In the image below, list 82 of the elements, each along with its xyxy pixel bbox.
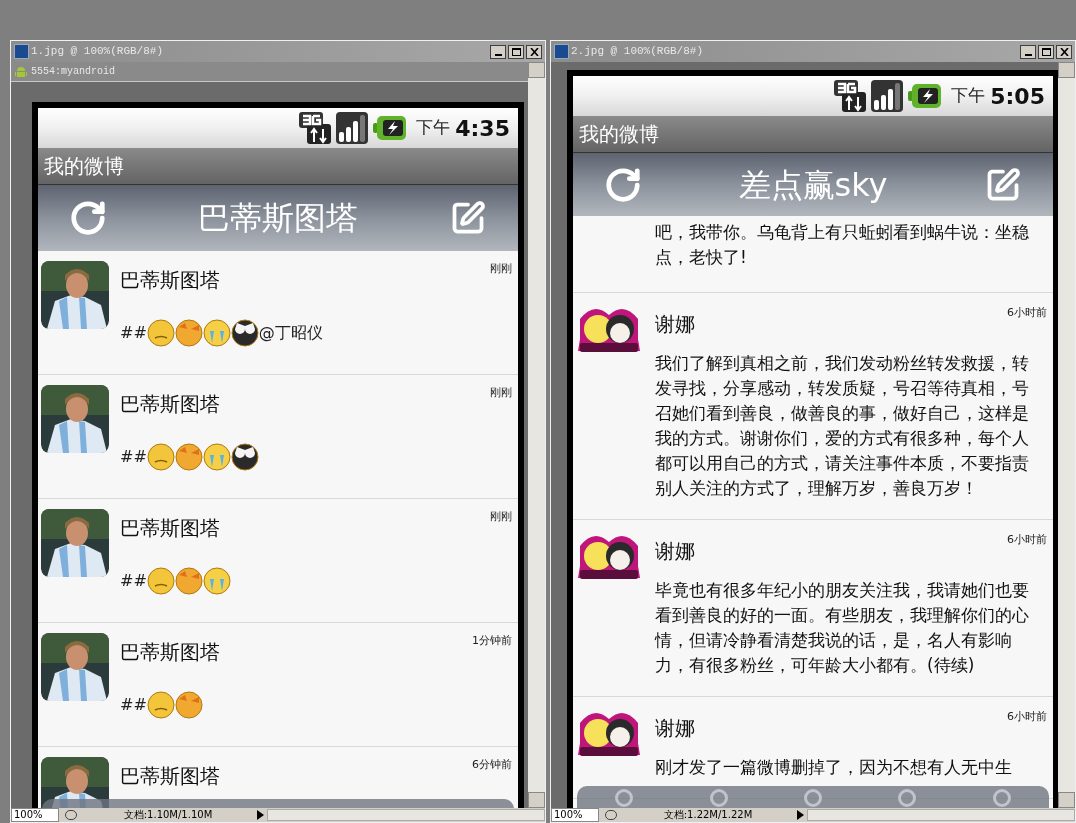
close-button[interactable]: [526, 44, 542, 59]
post-row[interactable]: 巴蒂斯图塔 刚刚 ##: [38, 499, 518, 623]
emoji-icon: [174, 691, 203, 719]
scrollbar[interactable]: [1058, 62, 1075, 808]
horizontal-scrollbar[interactable]: [807, 809, 1075, 821]
post-row[interactable]: 巴蒂斯图塔 刚刚 ## @丁昭仪: [38, 251, 518, 375]
post-time: 刚刚: [490, 509, 512, 525]
device-name: 5554:myandroid: [31, 65, 115, 79]
close-icon: [529, 47, 539, 56]
scrollbar[interactable]: [528, 62, 545, 808]
emoji-icon: [230, 319, 259, 347]
post-text: ##: [120, 446, 147, 468]
android-icon: [14, 64, 28, 79]
emoji-icon: [146, 567, 175, 595]
photoshop-icon: [554, 44, 569, 59]
emoji-icon: [202, 567, 231, 595]
clock: 4:35: [455, 114, 510, 143]
header-title: 差点赢sky: [738, 164, 888, 206]
battery-charging-icon: [373, 115, 408, 141]
zoom-field[interactable]: 100%: [11, 808, 59, 822]
signal-icon: [336, 112, 369, 144]
post-row[interactable]: 巴蒂斯图塔 1分钟前 ##: [38, 623, 518, 747]
mention-link[interactable]: @丁昭仪: [258, 321, 323, 345]
author-name: 巴蒂斯图塔: [120, 763, 220, 790]
maximize-button[interactable]: [1038, 44, 1054, 59]
author-name: 巴蒂斯图塔: [120, 639, 220, 666]
battery-charging-icon: [908, 83, 943, 109]
time-period: 下午: [951, 84, 986, 108]
close-button[interactable]: [1056, 44, 1072, 59]
post-time: 6小时前: [1007, 709, 1047, 725]
time-period: 下午: [416, 116, 451, 140]
emoji-icon: [202, 443, 231, 471]
post-text: 刚才发了一篇微博删掉了，因为不想有人无中生: [655, 756, 1013, 779]
triangle-icon[interactable]: [796, 810, 804, 820]
window-title: 1.jpg @ 100%(RGB/8#): [31, 44, 165, 60]
emoji-icon: [174, 567, 203, 595]
emoji-icon: [146, 443, 175, 471]
minimize-button[interactable]: [490, 44, 506, 59]
author-name: 巴蒂斯图塔: [120, 391, 220, 418]
post-text: 毕竟也有很多年纪小的朋友关注我，我请她们也要看到善良的好的一面。有些朋友，我理解你们的心情，但请冷静看清楚我说的话，是，名人有影响力，有很多粉丝，可年龄大小都有。(待续): [655, 579, 1030, 677]
emoji-icon: [146, 691, 175, 719]
signal-icon: [871, 80, 904, 112]
minimize-button[interactable]: [1020, 44, 1036, 59]
author-name: 谢娜: [655, 715, 695, 742]
post-time: 1分钟前: [472, 633, 512, 649]
post-text: 我们了解到真相之前，我们发动粉丝转发救援，转发寻找，分享感动，转发质疑，号召等待真相，号召她们看到善良，做善良的事，做好自己，这样是我的方式。谢谢你们，爱的方式有很多种，每个人都可以用自己的方式，请关注事件本质，不要指责别人关注的方式了，理解万岁，善良万岁！: [655, 352, 1030, 500]
zoom-field[interactable]: 100%: [551, 808, 599, 822]
author-name: 谢娜: [655, 538, 695, 565]
clock: 5:05: [990, 82, 1045, 111]
post-time: 6小时前: [1007, 532, 1047, 548]
post-text: 吧，我带你。乌龟背上有只蚯蚓看到蜗牛说：坐稳点，老快了!: [655, 221, 1030, 269]
post-time: 6分钟前: [472, 757, 512, 773]
document-info: 文档:1.10M/1.10M: [122, 808, 214, 822]
author-name: 巴蒂斯图塔: [120, 515, 220, 542]
post-text: ##: [120, 694, 147, 716]
horizontal-scrollbar[interactable]: [267, 809, 545, 821]
network-3g-icon: [834, 80, 867, 112]
emoji-icon: [174, 443, 203, 471]
post-row[interactable]: 谢娜 6小时前 毕竟也有很多年纪小的朋友关注我，我请她们也要看到善良的好的一面。有些朋友，我理解你们的心情，但请冷静看清楚我说的话，是，名人有影响力，有很多粉丝，可年龄大小都有。(待续): [573, 520, 1053, 697]
author-name: 谢娜: [655, 311, 695, 338]
emoji-icon: [146, 319, 175, 347]
post-text: ##: [120, 322, 147, 344]
emoji-icon: [174, 319, 203, 347]
post-time: 6小时前: [1007, 305, 1047, 321]
header-title: 巴蒂斯图塔: [198, 198, 358, 239]
post-time: 刚刚: [490, 385, 512, 401]
network-3g-icon: [299, 112, 332, 144]
app-title: 我的微博: [44, 153, 124, 180]
emoji-icon: [202, 319, 231, 347]
photoshop-icon: [14, 44, 29, 59]
author-name: 巴蒂斯图塔: [120, 267, 220, 294]
emoji-icon: [230, 443, 259, 471]
triangle-icon[interactable]: [256, 810, 264, 820]
maximize-button[interactable]: [508, 44, 524, 59]
post-time: 刚刚: [490, 261, 512, 277]
post-row[interactable]: 谢娜 6小时前 我们了解到真相之前，我们发动粉丝转发救援，转发寻找，分享感动，转发质疑，号召等待真相，号召她们看到善良，做善良的事，做好自己，这样是我的方式。谢谢你们，爱的方式有很多种，每个人都可以用自己的方式，请关注事件本质，不要指责别人关注的方式了，理解万岁，善良万岁！: [573, 293, 1053, 520]
post-row[interactable]: 巴蒂斯图塔 刚刚 ##: [38, 375, 518, 499]
document-info: 文档:1.22M/1.22M: [662, 808, 754, 822]
app-title: 我的微博: [579, 121, 659, 148]
close-icon: [1059, 47, 1069, 56]
window-title: 2.jpg @ 100%(RGB/8#): [571, 44, 705, 60]
post-text: ##: [120, 570, 147, 592]
